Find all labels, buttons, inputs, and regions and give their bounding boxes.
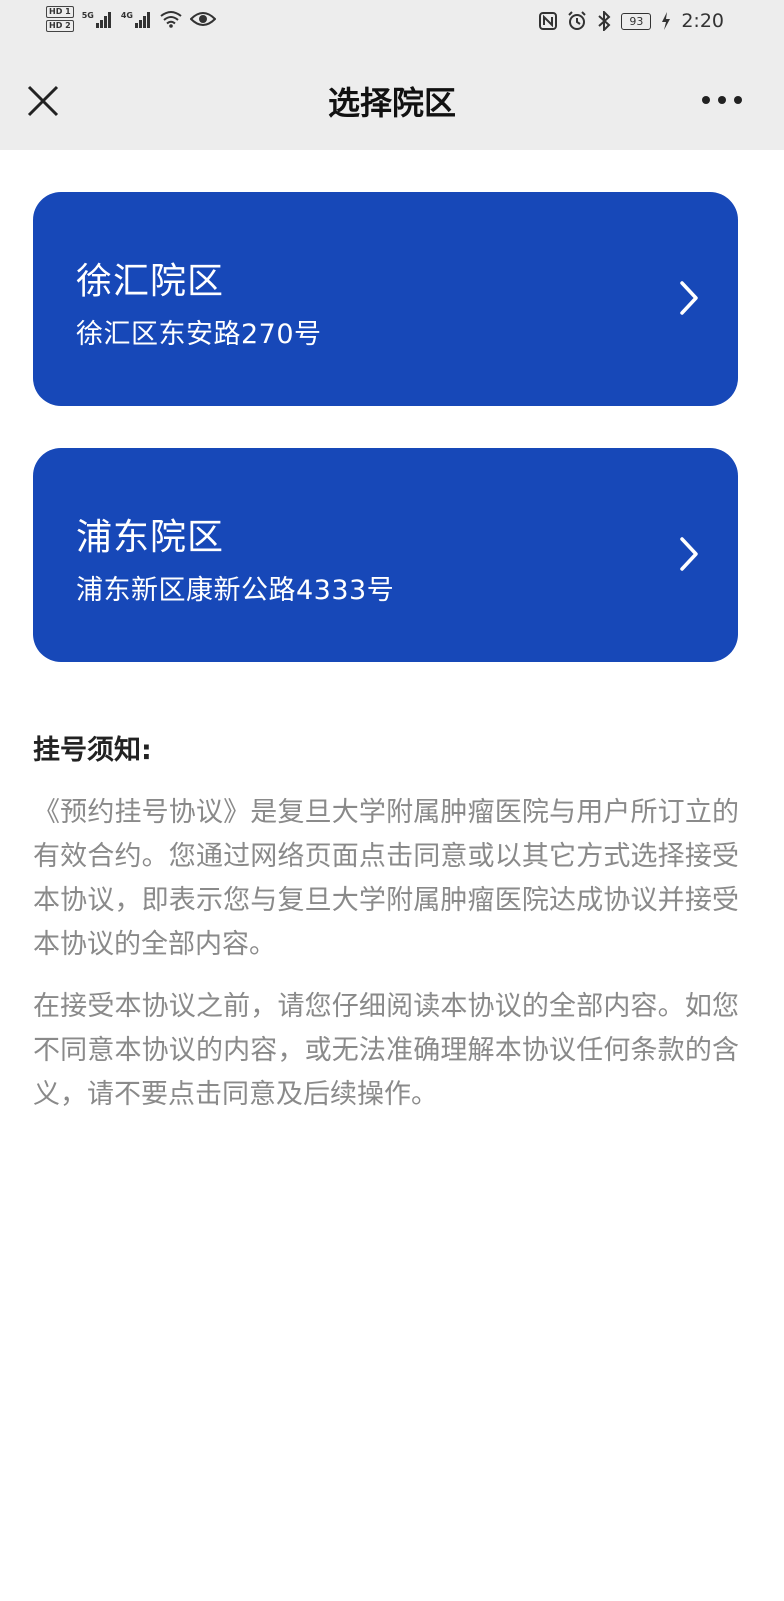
bluetooth-icon [598, 11, 611, 31]
charging-icon [662, 12, 671, 30]
status-bar: HD 1 HD 2 5G 4G 93 2:20 [0, 0, 784, 50]
notice-paragraph: 在接受本协议之前，请您仔细阅读本协议的全部内容。如您不同意本协议的内容，或无法准… [33, 991, 739, 1110]
notice-title: 挂号须知: [33, 735, 152, 766]
network-1-label: 5G [81, 10, 94, 20]
network-2: 4G [121, 11, 152, 28]
signal-icon [134, 11, 150, 28]
hd-indicators: HD 1 HD 2 [46, 6, 74, 32]
page-title: 选择院区 [327, 84, 456, 122]
nfc-icon [539, 12, 558, 30]
chevron-right-icon [680, 281, 698, 315]
nav-bar: 选择院区 [0, 50, 784, 150]
status-right: 93 2:20 [539, 10, 724, 32]
alarm-icon [568, 11, 587, 30]
clock: 2:20 [681, 10, 724, 32]
hd2-badge: HD 2 [46, 20, 74, 32]
hd1-badge: HD 1 [46, 6, 74, 18]
campus-name: 徐汇院区 [76, 261, 225, 302]
registration-notice: 挂号须知: 《预约挂号协议》是复旦大学附属肿瘤医院与用户所订立的有效合约。您通过… [33, 728, 739, 1135]
signal-icon [95, 11, 111, 28]
campus-card-pudong[interactable]: 浦东院区 浦东新区康新公路4333号 [33, 448, 738, 662]
wifi-icon [160, 11, 182, 28]
notice-paragraph: 《预约挂号协议》是复旦大学附属肿瘤医院与用户所订立的有效合约。您通过网络页面点击… [33, 797, 739, 960]
network-1: 5G [82, 11, 113, 28]
chevron-right-icon [680, 537, 698, 571]
campus-name: 浦东院区 [76, 517, 225, 558]
campus-card-xuhui[interactable]: 徐汇院区 徐汇区东安路270号 [33, 192, 738, 406]
network-2-label: 4G [120, 10, 133, 20]
status-left: HD 1 HD 2 5G 4G [46, 6, 216, 32]
battery-icon: 93 [621, 12, 652, 30]
campus-address: 徐汇区东安路270号 [76, 319, 322, 350]
more-icon[interactable] [700, 90, 744, 110]
campus-address: 浦东新区康新公路4333号 [76, 575, 395, 606]
eye-icon [189, 12, 216, 26]
